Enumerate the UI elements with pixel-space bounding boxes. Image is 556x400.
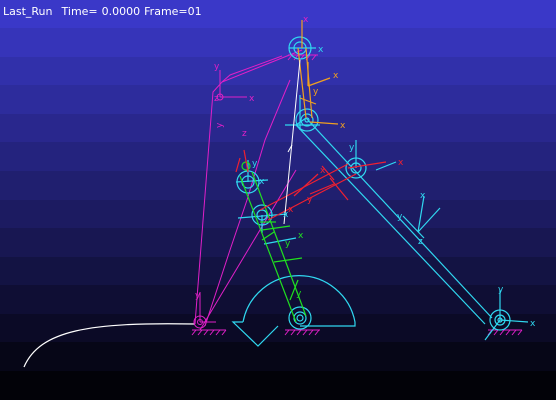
axis-label-y: y [195,291,201,301]
axis-label-y: y [215,122,225,128]
axis-label-z: z [214,94,219,104]
axis-label-y: y [498,285,504,295]
axis-label-x: x [333,71,339,81]
axis-label-x: x [249,94,255,104]
axis-label-y: y [285,239,291,249]
status-bar: Last_Run Time= 0.0000 Frame=01 [3,5,211,18]
axis-label-z: z [418,237,423,247]
axis-label-x: x [298,231,304,241]
axis-label-x: x [530,319,536,329]
axis-label-y: y [349,143,355,153]
time-value: 0.0000 [101,5,141,18]
axis-label-y: y [252,159,258,169]
cyan-base-semicircle[interactable] [231,275,356,347]
magenta-frame-part[interactable] [193,49,303,331]
axis-label-y: y [313,87,319,97]
axis-label-x: x [340,121,346,131]
frame-label: Frame= [144,5,188,18]
axis-label-x: x [283,210,289,220]
axis-label-y: y [397,212,403,222]
axis-label-x: x [420,191,426,201]
axis-label-x: x [318,45,324,55]
cyan-middle-pivots[interactable] [235,160,297,245]
axis-label-x: x [259,177,265,187]
axis-label-x: x [320,166,326,176]
time-label: Time= [61,5,98,18]
axis-label-y: y [296,289,302,299]
axis-label-x: x [398,158,404,168]
axis-label-z: z [242,129,247,139]
mechanism-scene[interactable]: x y x y z y z x x y x x x y x y y x y x … [0,0,556,400]
axis-label-y: y [307,195,313,205]
model-viewport[interactable]: x y x y z y z x x y x x x y x y y x y x … [0,0,556,400]
analysis-name: Last_Run [3,5,53,18]
cyan-long-link[interactable] [295,117,529,341]
axis-label-x: x [288,205,294,215]
ground-profile-curve [23,323,196,368]
axis-label-x: x [303,15,309,25]
axis-label-y: y [214,62,220,72]
white-strut[interactable] [283,59,301,225]
frame-value: 01 [187,5,202,18]
orange-rocker-link[interactable] [297,20,339,125]
